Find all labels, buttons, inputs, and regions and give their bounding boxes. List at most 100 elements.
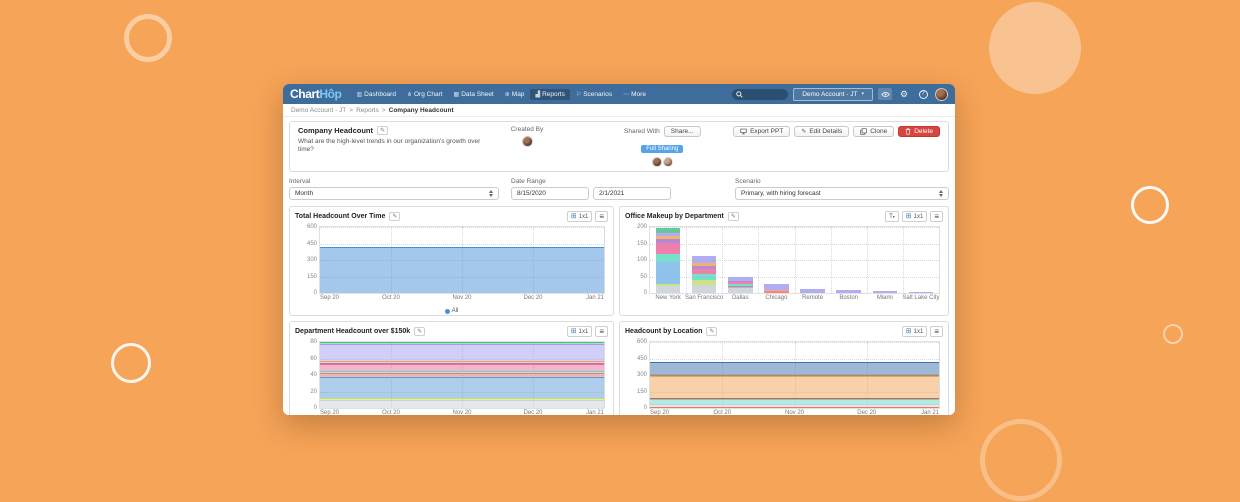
search-input[interactable] bbox=[732, 89, 788, 100]
chart-legend: All bbox=[295, 308, 608, 314]
charthop-logo[interactable]: ChartHôp bbox=[290, 88, 341, 100]
monitor-icon bbox=[740, 128, 747, 135]
chart-title: Headcount by Location bbox=[625, 328, 702, 335]
nav-item-more[interactable]: ⋯More bbox=[618, 89, 651, 100]
legend-dot-icon bbox=[445, 309, 450, 314]
chart-controls: ⊞1x1 ≡ bbox=[567, 211, 608, 222]
area-series-finance bbox=[320, 371, 604, 373]
end-date-input[interactable]: 2/1/2021 bbox=[593, 187, 671, 200]
gridline bbox=[867, 227, 868, 293]
menu-icon: ≡ bbox=[599, 213, 604, 221]
chart-controls: T▾⊞1x1≡ bbox=[885, 211, 943, 222]
sort-button[interactable]: T▾ bbox=[885, 211, 899, 222]
scenario-value: Primary, with hiring forecast bbox=[741, 190, 821, 197]
y-axis-tick-label: 300 bbox=[637, 372, 647, 378]
y-axis-tick-label: 450 bbox=[307, 241, 317, 247]
edit-details-button[interactable]: ✎ Edit Details bbox=[794, 126, 849, 137]
chart-size-button[interactable]: ⊞1x1 bbox=[567, 211, 593, 222]
x-axis-tick-label: Nov 20 bbox=[452, 410, 471, 415]
x-axis-tick-label: Oct 20 bbox=[382, 295, 400, 301]
chart-menu-button[interactable]: ≡ bbox=[595, 211, 608, 222]
edit-chart-button[interactable]: ✎ bbox=[706, 327, 717, 336]
pencil-icon: ✎ bbox=[380, 127, 385, 134]
menu-icon: ≡ bbox=[599, 328, 604, 336]
page-background: ChartHôp ▥Dashboard⋔Org Chart▦Data Sheet… bbox=[0, 0, 1240, 502]
start-date-input[interactable]: 8/15/2020 bbox=[511, 187, 589, 200]
user-avatar[interactable] bbox=[935, 88, 948, 101]
area-series-people bbox=[320, 363, 604, 365]
chart-menu-button[interactable]: ≡ bbox=[595, 326, 608, 337]
nav-item-data-sheet[interactable]: ▦Data Sheet bbox=[449, 89, 499, 100]
nav-item-label: Org Chart bbox=[414, 91, 443, 98]
help-button[interactable]: ? bbox=[916, 88, 930, 100]
bar-segment-sales bbox=[800, 289, 825, 293]
nav-item-org-chart[interactable]: ⋔Org Chart bbox=[402, 89, 448, 100]
area-series-product bbox=[320, 361, 604, 363]
y-axis-tick-label: 20 bbox=[310, 389, 317, 395]
nav-item-scenarios[interactable]: ⚐Scenarios bbox=[571, 89, 617, 100]
shared-with-block: Shared With Share... Full Sharing bbox=[624, 126, 701, 167]
nav-item-map[interactable]: ⊕Map bbox=[500, 89, 530, 100]
clone-button[interactable]: Clone bbox=[853, 126, 894, 137]
view-as-button[interactable] bbox=[878, 88, 892, 100]
copy-icon bbox=[860, 128, 867, 135]
area-series-chicago bbox=[650, 404, 939, 407]
chart-area: 050100150200New YorkSan FranciscoDallasC… bbox=[625, 224, 943, 306]
x-axis-tick-label: Oct 20 bbox=[713, 410, 731, 415]
export-ppt-button[interactable]: Export PPT bbox=[733, 126, 790, 137]
report-header: Company Headcount ✎ What are the high-le… bbox=[289, 121, 949, 172]
x-axis-tick-label: Remote bbox=[802, 295, 823, 301]
pencil-icon: ✎ bbox=[801, 128, 806, 135]
search-icon bbox=[736, 91, 743, 98]
nav-item-dashboard[interactable]: ▥Dashboard bbox=[351, 89, 400, 100]
interval-select[interactable]: Month bbox=[289, 187, 499, 200]
share-button[interactable]: Share... bbox=[664, 126, 701, 137]
reports-icon: ▟ bbox=[535, 91, 540, 98]
bar-segment-sales bbox=[909, 292, 934, 293]
grid-icon: ⊞ bbox=[571, 328, 577, 335]
scenario-select[interactable]: Primary, with hiring forecast bbox=[735, 187, 949, 200]
chart-size-button[interactable]: ⊞1x1 bbox=[902, 326, 928, 337]
x-axis-tick-label: Jan 21 bbox=[586, 295, 604, 301]
delete-button[interactable]: Delete bbox=[898, 126, 940, 137]
chart-panel-1: Total Headcount Over Time✎⊞1x1≡015030045… bbox=[289, 206, 614, 316]
breadcrumb-item[interactable]: Reports bbox=[356, 107, 379, 114]
edit-title-button[interactable]: ✎ bbox=[377, 126, 388, 135]
legend-item-all[interactable]: All bbox=[445, 308, 459, 314]
legend-label: All bbox=[452, 308, 459, 314]
report-title-block: Company Headcount ✎ What are the high-le… bbox=[298, 126, 496, 167]
shared-user-avatar[interactable] bbox=[663, 157, 673, 167]
creator-avatar[interactable] bbox=[522, 136, 533, 147]
bar-segment-marketing bbox=[656, 243, 681, 255]
chart-menu-button[interactable]: ≡ bbox=[930, 211, 943, 222]
shared-user-avatar[interactable] bbox=[652, 157, 662, 167]
chart-plot: 050100150200New YorkSan FranciscoDallasC… bbox=[649, 226, 940, 294]
chart-size-button[interactable]: ⊞1x1 bbox=[567, 326, 593, 337]
report-actions: Export PPT ✎ Edit Details Clone Delete bbox=[733, 126, 940, 167]
chart-menu-button[interactable]: ≡ bbox=[930, 326, 943, 337]
bar-segment-sales bbox=[764, 284, 789, 290]
edit-chart-button[interactable]: ✎ bbox=[389, 212, 400, 221]
y-axis-tick-label: 0 bbox=[644, 405, 647, 411]
area-series-remote bbox=[650, 375, 939, 376]
scenario-filter: Scenario Primary, with hiring forecast bbox=[735, 178, 949, 200]
chart-size-button[interactable]: ⊞1x1 bbox=[902, 211, 928, 222]
x-axis-tick-label: Nov 20 bbox=[452, 295, 471, 301]
account-switcher-button[interactable]: Demo Account - JT ▾ bbox=[793, 88, 873, 101]
area-series-marketing bbox=[320, 364, 604, 371]
x-axis-tick-label: San Francisco bbox=[685, 295, 723, 301]
edit-chart-button[interactable]: ✎ bbox=[728, 212, 739, 221]
map-icon: ⊕ bbox=[505, 91, 510, 98]
x-axis-tick-label: Dallas bbox=[732, 295, 749, 301]
pencil-icon: ✎ bbox=[392, 213, 397, 220]
x-axis-tick-label: Jan 21 bbox=[921, 410, 939, 415]
chart-plot: 0150300450600Sep 20Oct 20Nov 20Dec 20Jan… bbox=[319, 226, 605, 294]
breadcrumb-item[interactable]: Demo Account - JT bbox=[291, 107, 346, 114]
area-series-design bbox=[320, 398, 604, 400]
nav-item-reports[interactable]: ▟Reports bbox=[530, 89, 569, 100]
x-axis-tick-label: Sep 20 bbox=[320, 295, 339, 301]
edit-chart-button[interactable]: ✎ bbox=[414, 327, 425, 336]
settings-button[interactable]: ⚙ bbox=[897, 88, 911, 100]
dashboard-icon: ▥ bbox=[356, 91, 362, 98]
grid-icon: ⊞ bbox=[906, 213, 912, 220]
